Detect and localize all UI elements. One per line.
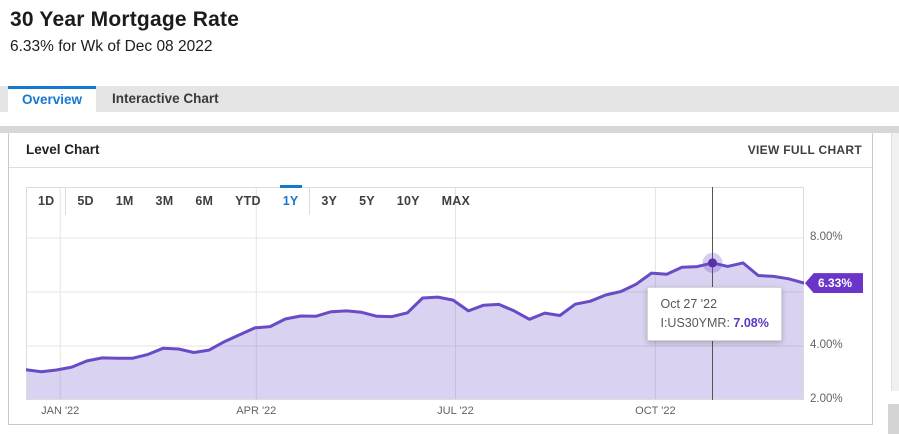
range-1m[interactable]: 1M <box>105 187 145 215</box>
tab-interactive-chart[interactable]: Interactive Chart <box>96 86 235 112</box>
x-axis-tick: JUL '22 <box>437 405 474 417</box>
last-value-badge: 6.33% <box>805 273 863 294</box>
range-10y[interactable]: 10Y <box>386 187 431 215</box>
last-value-label: 6.33% <box>818 276 853 291</box>
tooltip-value: 7.08% <box>733 315 769 330</box>
tooltip-date: Oct 27 '22 <box>660 296 718 311</box>
range-5y[interactable]: 5Y <box>348 187 386 215</box>
x-axis-tick: APR '22 <box>236 405 277 417</box>
adjacent-panel-edge <box>891 133 899 391</box>
x-axis-tick: JAN '22 <box>41 405 80 417</box>
range-ytd[interactable]: YTD <box>224 187 272 215</box>
card-title: Level Chart <box>26 142 100 157</box>
tab-bar: Overview Interactive Chart <box>0 86 899 112</box>
range-max[interactable]: MAX <box>431 187 481 215</box>
section-divider <box>0 126 899 133</box>
card-header: Level Chart VIEW FULL CHART <box>9 133 872 168</box>
view-full-chart-link[interactable]: VIEW FULL CHART <box>748 133 862 167</box>
range-3m[interactable]: 3M <box>145 187 185 215</box>
level-chart-card: Level Chart VIEW FULL CHART 1D 5D 1M 3M 6M YT… <box>8 133 873 425</box>
range-1d[interactable]: 1D <box>27 187 65 215</box>
active-range-indicator <box>280 185 302 188</box>
tooltip-series-label: I:US30YMR: <box>660 315 730 330</box>
y-axis-tick: 8.00% <box>810 231 843 244</box>
chart-tooltip: Oct 27 '22 I:US30YMR: 7.08% <box>647 286 782 341</box>
range-3y[interactable]: 3Y <box>309 187 348 215</box>
page-title: 30 Year Mortgage Rate <box>10 8 240 31</box>
y-axis-tick: 2.00% <box>810 393 843 405</box>
page-subtitle: 6.33% for Wk of Dec 08 2022 <box>10 38 213 55</box>
x-axis-tick: OCT '22 <box>635 405 676 417</box>
range-6m[interactable]: 6M <box>184 187 224 215</box>
range-1y[interactable]: 1Y <box>272 187 310 215</box>
range-5d[interactable]: 5D <box>65 187 104 215</box>
y-axis-tick: 4.00% <box>810 339 843 351</box>
page: 30 Year Mortgage Rate 6.33% for Wk of De… <box>0 0 899 434</box>
range-selector: 1D 5D 1M 3M 6M YTD 1Y 3Y 5Y 10Y MAX <box>27 187 481 215</box>
tab-overview[interactable]: Overview <box>8 86 97 112</box>
adjacent-panel-corner <box>888 404 899 434</box>
